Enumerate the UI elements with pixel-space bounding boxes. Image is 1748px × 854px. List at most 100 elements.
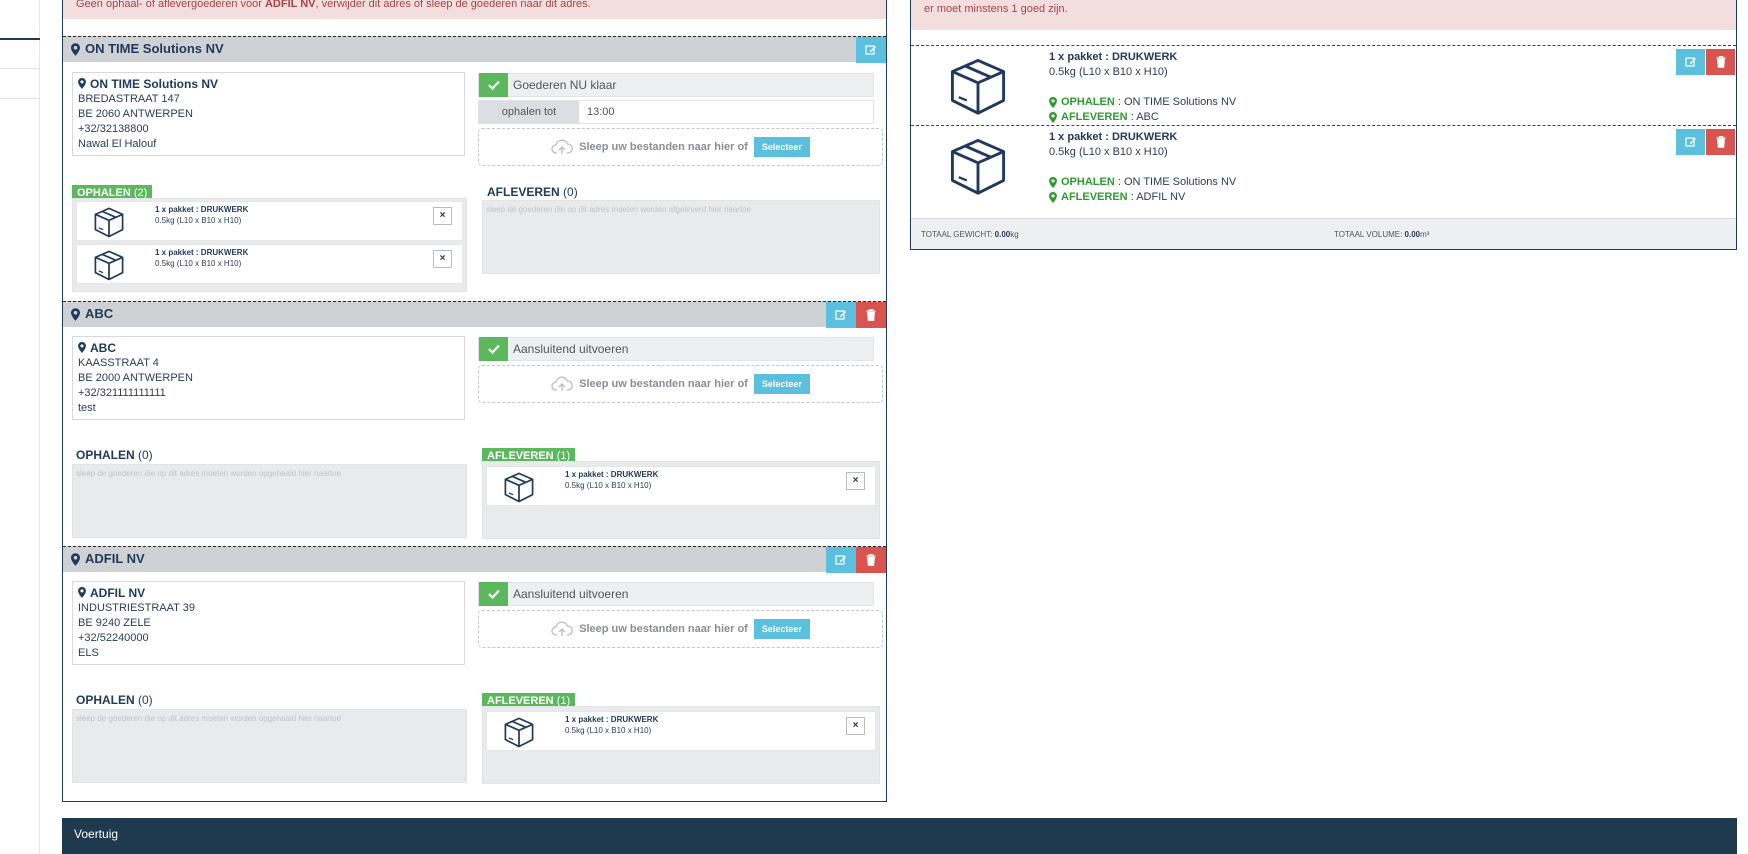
stop-header[interactable]: ABC	[63, 301, 886, 328]
total-volume-label: TOTAAL VOLUME:	[1334, 230, 1403, 239]
status-label: Aansluitend uitvoeren	[513, 342, 629, 356]
package-box-icon	[94, 207, 124, 238]
delete-stop-button[interactable]	[856, 302, 886, 328]
delivery-value: : ADFIL NV	[1130, 191, 1186, 203]
address-city: BE 2000 ANTWERPEN	[78, 372, 193, 384]
edit-icon	[865, 45, 876, 55]
address-phone: +32/321111111111	[78, 387, 166, 399]
goods-item[interactable]: 1 x pakket : DRUKWERK 0.5kg (L10 x B10 x…	[486, 711, 876, 751]
delete-goods-button[interactable]	[1706, 129, 1735, 155]
pickup-time-label: ophalen tot	[479, 101, 579, 123]
address-city: BE 9240 ZELE	[78, 617, 151, 629]
address-name: ADFIL NV	[90, 586, 146, 600]
goods-size: 0.5kg (L10 x B10 x H10)	[565, 726, 652, 735]
edit-icon	[835, 310, 846, 320]
check-icon	[479, 73, 508, 97]
cloud-upload-icon	[551, 621, 573, 636]
file-dropzone[interactable]: Sleep uw bestanden naar hier of Selectee…	[478, 365, 883, 403]
goods-size: 0.5kg (L10 x B10 x H10)	[155, 259, 242, 268]
dropzone-text: Sleep uw bestanden naar hier of	[579, 141, 748, 153]
edit-icon	[1684, 137, 1696, 147]
alert-text: Geen ophaal- of aflevergoederen voor	[76, 0, 262, 10]
status-toggle[interactable]: Aansluitend uitvoeren	[478, 582, 874, 606]
check-icon	[479, 337, 508, 361]
map-marker-icon	[78, 78, 86, 89]
status-toggle[interactable]: Aansluitend uitvoeren	[478, 337, 874, 361]
select-file-button[interactable]: Selecteer	[753, 137, 810, 157]
ophalen-label-text: OPHALEN	[76, 693, 135, 707]
goods-card[interactable]: 1 x pakket : DRUKWERK 0.5kg (L10 x B10 x…	[911, 125, 1736, 205]
remove-goods-button[interactable]: ×	[846, 472, 865, 490]
map-marker-icon	[1049, 97, 1057, 108]
edit-stop-button[interactable]	[826, 302, 856, 328]
edit-goods-button[interactable]	[1676, 49, 1705, 75]
address-card: ABC KAASSTRAAT 4 BE 2000 ANTWERPEN +32/3…	[72, 336, 465, 420]
address-card: ADFIL NV INDUSTRIESTRAAT 39 BE 9240 ZELE…	[72, 581, 465, 665]
address-phone: +32/52240000	[78, 632, 149, 644]
goods-alert: er moet minstens 1 goed zijn.	[911, 0, 1736, 30]
package-box-icon	[504, 472, 534, 503]
delete-stop-button[interactable]	[856, 547, 886, 573]
pickup-time-input[interactable]: 13:00	[579, 101, 873, 123]
edit-icon	[1684, 57, 1696, 67]
stop-header[interactable]: ON TIME Solutions NV	[63, 36, 886, 63]
remove-goods-button[interactable]: ×	[433, 207, 452, 225]
map-marker-icon	[1049, 177, 1057, 188]
stops-alert: Geen ophaal- of aflevergoederen voor ADF…	[63, 0, 886, 19]
package-box-icon	[94, 250, 124, 281]
map-marker-icon	[78, 587, 86, 598]
trash-icon	[1715, 56, 1726, 68]
dropzone-placeholder: sleep de goederen die op dit adres moete…	[76, 714, 342, 723]
afleveren-dropzone[interactable]: 1 x pakket : DRUKWERK 0.5kg (L10 x B10 x…	[482, 706, 880, 784]
stop-header-title: ON TIME Solutions NV	[85, 41, 224, 56]
dropzone-placeholder: sleep de goederen die op dit adres moete…	[486, 205, 752, 214]
afleveren-dropzone[interactable]: 1 x pakket : DRUKWERK 0.5kg (L10 x B10 x…	[482, 461, 880, 539]
sidebar-divider	[0, 98, 40, 99]
remove-goods-button[interactable]: ×	[433, 250, 452, 268]
total-weight-label: TOTAAL GEWICHT:	[921, 230, 993, 239]
map-marker-icon	[71, 308, 80, 321]
delete-goods-button[interactable]	[1706, 49, 1735, 75]
goods-item[interactable]: 1 x pakket : DRUKWERK 0.5kg (L10 x B10 x…	[76, 201, 463, 241]
address-contact: test	[78, 402, 96, 414]
status-toggle[interactable]: Goederen NU klaar	[478, 73, 874, 97]
status-label: Goederen NU klaar	[513, 78, 617, 92]
address-card: ON TIME Solutions NV BREDASTRAAT 147 BE …	[72, 72, 465, 156]
vehicle-section-header[interactable]: Voertuig	[62, 818, 1737, 854]
goods-item[interactable]: 1 x pakket : DRUKWERK 0.5kg (L10 x B10 x…	[76, 244, 463, 284]
edit-stop-button[interactable]	[826, 547, 856, 573]
afleveren-count: (0)	[563, 185, 578, 199]
pickup-value: : ON TIME Solutions NV	[1117, 176, 1237, 188]
goods-pickup-line: OPHALEN : ON TIME Solutions NV	[1049, 176, 1236, 188]
select-file-button[interactable]: Selecteer	[753, 619, 810, 639]
edit-goods-button[interactable]	[1676, 129, 1705, 155]
goods-title: 1 x pakket : DRUKWERK	[155, 248, 249, 257]
sidebar-divider	[0, 68, 40, 69]
afleveren-dropzone[interactable]: sleep de goederen die op dit adres moete…	[482, 200, 880, 274]
trash-icon	[866, 309, 876, 321]
address-name: ON TIME Solutions NV	[90, 77, 218, 91]
address-street: BREDASTRAAT 147	[78, 93, 180, 105]
alert-text-suffix: , verwijder dit adres of sleep de goeder…	[315, 0, 591, 10]
select-file-button[interactable]: Selecteer	[753, 374, 810, 394]
map-marker-icon	[71, 553, 80, 566]
file-dropzone[interactable]: Sleep uw bestanden naar hier of Selectee…	[478, 610, 883, 648]
stop-header-title: ABC	[85, 306, 114, 321]
map-marker-icon	[1049, 112, 1057, 123]
stop-header[interactable]: ADFIL NV	[63, 546, 886, 573]
afleveren-label: AFLEVEREN (0)	[487, 185, 578, 199]
ophalen-dropzone[interactable]: sleep de goederen die op dit adres moete…	[72, 464, 467, 538]
goods-title: 1 x pakket : DRUKWERK	[155, 205, 249, 214]
goods-card[interactable]: 1 x pakket : DRUKWERK 0.5kg (L10 x B10 x…	[911, 45, 1736, 125]
ophalen-dropzone[interactable]: 1 x pakket : DRUKWERK 0.5kg (L10 x B10 x…	[72, 198, 467, 292]
dropzone-placeholder: sleep de goederen die op dit adres moete…	[76, 469, 342, 478]
edit-icon	[835, 555, 846, 565]
edit-stop-button[interactable]	[856, 37, 886, 63]
file-dropzone[interactable]: Sleep uw bestanden naar hier of Selectee…	[478, 128, 883, 166]
vehicle-section-title: Voertuig	[74, 827, 119, 841]
ophalen-dropzone[interactable]: sleep de goederen die op dit adres moete…	[72, 709, 467, 783]
goods-title: 1 x pakket : DRUKWERK	[565, 715, 659, 724]
goods-item[interactable]: 1 x pakket : DRUKWERK 0.5kg (L10 x B10 x…	[486, 466, 876, 506]
goods-size: 0.5kg (L10 x B10 x H10)	[1049, 66, 1168, 78]
remove-goods-button[interactable]: ×	[846, 717, 865, 735]
